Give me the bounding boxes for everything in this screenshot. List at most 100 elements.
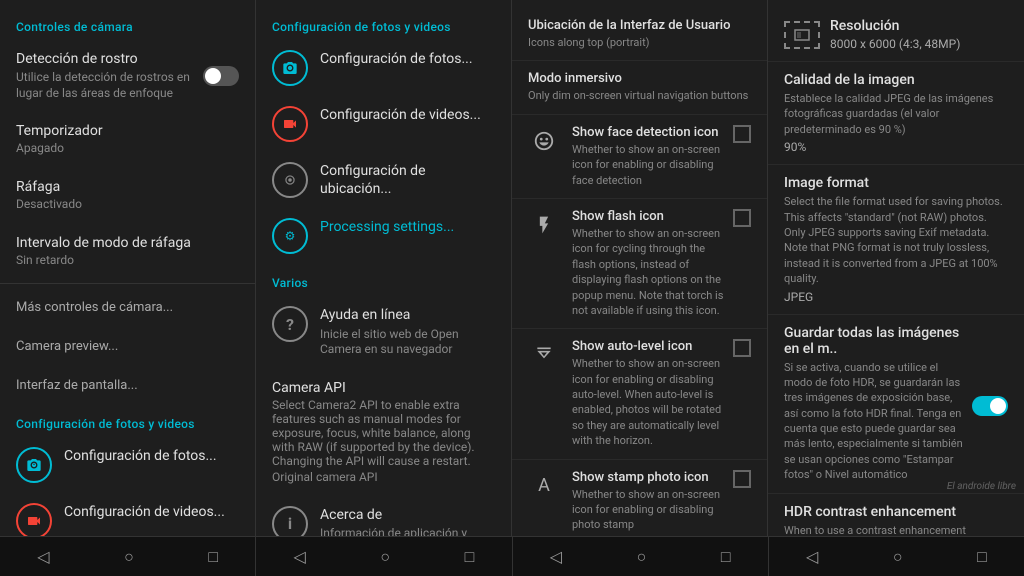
resolution-value: 8000 x 6000 (4:3, 48MP) <box>830 37 960 51</box>
panel-photo-quality: Resolución 8000 x 6000 (4:3, 48MP) Calid… <box>768 0 1024 536</box>
about-icon: i <box>272 506 308 536</box>
processing-settings-item[interactable]: ⚙ Processing settings... <box>256 208 511 264</box>
camera-api-title: Camera API <box>272 380 495 396</box>
stamp-icon: A <box>528 470 560 502</box>
panel2-location-icon <box>272 162 308 198</box>
burst-interval-subtitle: Sin retardo <box>16 253 239 267</box>
save-all-item[interactable]: Guardar todas las imágenes en el m.. Si … <box>768 315 1024 494</box>
about-item[interactable]: i Acerca de Información de aplicación y … <box>256 496 511 536</box>
hdr-contrast-item[interactable]: HDR contrast enhancement When to use a c… <box>768 494 1024 536</box>
save-all-toggle[interactable] <box>972 396 1008 416</box>
bottom-nav-3: ◁ ○ □ <box>513 537 769 576</box>
panel2-video-settings[interactable]: Configuración de videos... <box>256 96 511 152</box>
timer-subtitle: Apagado <box>16 141 239 155</box>
back-btn-2[interactable]: ◁ <box>282 543 318 570</box>
image-format-desc: Select the file format used for saving p… <box>784 194 1008 286</box>
camera-controls-header: Controles de cámara <box>0 8 255 40</box>
image-format-title: Image format <box>784 175 1008 191</box>
face-icon-checkbox[interactable] <box>733 125 751 143</box>
photo-config-title: Configuración de fotos... <box>64 447 239 465</box>
face-detection-item[interactable]: Detección de rostro Utilice la detección… <box>0 40 255 111</box>
home-btn-1[interactable]: ○ <box>112 543 146 571</box>
recents-btn-4[interactable]: □ <box>965 543 999 571</box>
flash-icon-title: Show flash icon <box>572 209 725 224</box>
resolution-icon <box>784 21 820 49</box>
panel2-camera-icon <box>272 50 308 86</box>
home-btn-3[interactable]: ○ <box>625 543 659 571</box>
autolevel-icon <box>528 339 560 371</box>
help-icon: ? <box>272 306 308 342</box>
burst-subtitle: Desactivado <box>16 197 239 211</box>
stamp-icon-item[interactable]: A Show stamp photo icon Whether to show … <box>512 460 767 536</box>
camera-preview-item[interactable]: Camera preview... <box>0 327 255 366</box>
ui-location-item[interactable]: Ubicación de la Interfaz de Usuario Icon… <box>512 8 767 61</box>
home-btn-4[interactable]: ○ <box>881 543 915 571</box>
face-detection-subtitle: Utilice la detección de rostros en lugar… <box>16 70 195 101</box>
autolevel-icon-item[interactable]: Show auto-level icon Whether to show an … <box>512 329 767 459</box>
home-btn-2[interactable]: ○ <box>368 543 402 571</box>
online-help-item[interactable]: ? Ayuda en línea Inicie el sitio web de … <box>256 296 511 367</box>
immersive-mode-desc: Only dim on-screen virtual navigation bu… <box>528 88 751 103</box>
panel2-photo-settings[interactable]: Configuración de fotos... <box>256 40 511 96</box>
bottom-nav-2: ◁ ○ □ <box>256 537 512 576</box>
timer-title: Temporizador <box>16 123 239 139</box>
screen-interval-item[interactable]: Interfaz de pantalla... <box>0 366 255 405</box>
flash-icon-checkbox[interactable] <box>733 209 751 227</box>
flash-icon <box>528 209 560 241</box>
ui-location-desc: Icons along top (portrait) <box>528 35 751 50</box>
camera-api-value: Original camera API <box>272 470 495 484</box>
stamp-icon-title: Show stamp photo icon <box>572 470 725 485</box>
hdr-contrast-desc: When to use a contrast enhancement algor… <box>784 523 1008 536</box>
image-quality-value: 90% <box>784 140 1008 154</box>
immersive-mode-item[interactable]: Modo inmersivo Only dim on-screen virtua… <box>512 61 767 114</box>
stamp-icon-desc: Whether to show an on-screen icon for en… <box>572 487 725 533</box>
more-controls-item[interactable]: Más controles de cámara... <box>0 288 255 327</box>
about-title: Acerca de <box>320 506 495 524</box>
panel-display-options: Ubicación de la Interfaz de Usuario Icon… <box>512 0 768 536</box>
autolevel-checkbox[interactable] <box>733 339 751 357</box>
video-config-item[interactable]: Configuración de videos... <box>0 493 255 536</box>
flash-icon-desc: Whether to show an on-screen icon for cy… <box>572 226 725 318</box>
camera-api-desc: Select Camera2 API to enable extra featu… <box>272 398 495 468</box>
online-help-subtitle: Inicie el sitio web de Open Camera en su… <box>320 327 495 358</box>
autolevel-title: Show auto-level icon <box>572 339 725 354</box>
flash-icon-item[interactable]: Show flash icon Whether to show an on-sc… <box>512 199 767 329</box>
more-controls-title: Más controles de cámara... <box>16 300 239 315</box>
recents-btn-2[interactable]: □ <box>453 543 487 571</box>
resolution-item[interactable]: Resolución 8000 x 6000 (4:3, 48MP) <box>768 8 1024 62</box>
photo-config-item[interactable]: Configuración de fotos... <box>0 437 255 493</box>
panel2-video-title: Configuración de videos... <box>320 106 495 124</box>
image-quality-desc: Establece la calidad JPEG de las imágene… <box>784 91 1008 137</box>
back-btn-4[interactable]: ◁ <box>794 543 830 570</box>
face-detection-toggle[interactable] <box>203 66 239 86</box>
video-icon <box>16 503 52 536</box>
timer-item[interactable]: Temporizador Apagado <box>0 111 255 167</box>
online-help-title: Ayuda en línea <box>320 306 495 324</box>
recents-btn-3[interactable]: □ <box>709 543 743 571</box>
camera-api-item[interactable]: Camera API Select Camera2 API to enable … <box>256 368 511 496</box>
panel2-location-settings[interactable]: Configuración de ubicación... <box>256 152 511 208</box>
ui-location-title: Ubicación de la Interfaz de Usuario <box>528 18 751 33</box>
burst-title: Ráfaga <box>16 179 239 195</box>
panel2-photos-header: Configuración de fotos y videos <box>256 8 511 40</box>
face-detect-icon <box>528 125 560 157</box>
immersive-mode-title: Modo inmersivo <box>528 71 751 86</box>
panel-camera-controls: Controles de cámara Detección de rostro … <box>0 0 256 536</box>
face-icon-item[interactable]: Show face detection icon Whether to show… <box>512 115 767 199</box>
back-btn-1[interactable]: ◁ <box>25 543 61 570</box>
face-icon-title: Show face detection icon <box>572 125 725 140</box>
resolution-title: Resolución <box>830 18 960 34</box>
camera-preview-title: Camera preview... <box>16 339 239 354</box>
back-btn-3[interactable]: ◁ <box>538 543 574 570</box>
hdr-contrast-title: HDR contrast enhancement <box>784 504 1008 520</box>
save-all-desc: Si se activa, cuando se utilice el modo … <box>784 360 964 483</box>
about-subtitle: Información de aplicación y depuración <box>320 526 495 536</box>
image-format-item[interactable]: Image format Select the file format used… <box>768 165 1024 314</box>
burst-interval-item[interactable]: Intervalo de modo de ráfaga Sin retardo <box>0 223 255 279</box>
stamp-icon-checkbox[interactable] <box>733 470 751 488</box>
burst-item[interactable]: Ráfaga Desactivado <box>0 167 255 223</box>
image-quality-item[interactable]: Calidad de la imagen Establece la calida… <box>768 62 1024 165</box>
recents-btn-1[interactable]: □ <box>196 543 230 571</box>
panel2-misc-header: Varios <box>256 264 511 296</box>
processing-title: Processing settings... <box>320 218 495 236</box>
